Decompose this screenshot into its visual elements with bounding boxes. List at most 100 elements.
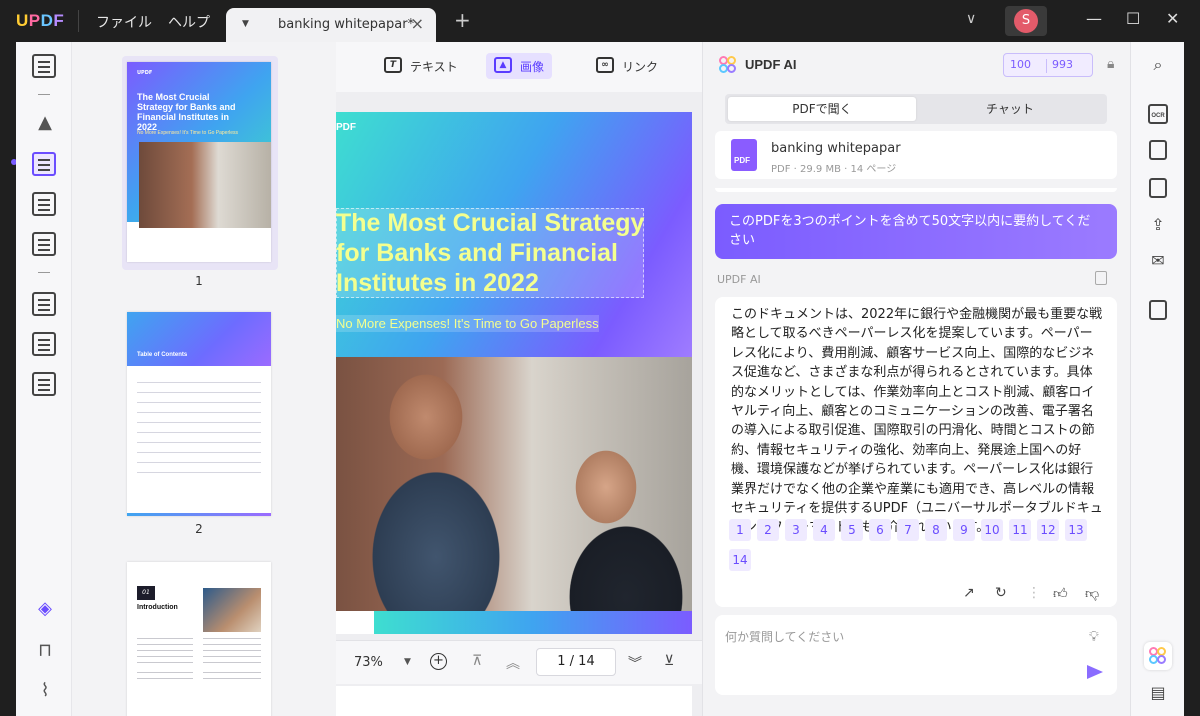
last-page-icon[interactable]: ⊻ — [664, 653, 674, 669]
text-line — [137, 638, 193, 639]
document-area: T テキスト ▲ 画像 ∞ リンク PDF The Most Crucial S… — [336, 42, 702, 716]
page-ref-chip[interactable]: 9 — [953, 519, 975, 541]
ocr-icon[interactable]: OCR — [1148, 104, 1168, 124]
avatar[interactable]: S — [1005, 6, 1047, 36]
reader-tool-icon[interactable] — [32, 54, 56, 78]
text-line — [203, 662, 261, 663]
search-icon[interactable]: ⌕ — [1147, 54, 1169, 76]
lightbulb-icon[interactable]: 💡︎ — [1089, 629, 1099, 645]
tab-dropdown-icon[interactable]: ▼ — [242, 19, 249, 29]
zoom-dropdown-icon[interactable]: ▼ — [404, 657, 411, 667]
external-link-icon[interactable]: ↗ — [963, 585, 975, 601]
email-icon[interactable]: ✉ — [1147, 250, 1169, 272]
page-navigation-bar: 73% ▼ + ⊼ ︽ 1 / 14 ︾ ⊻ — [336, 640, 702, 684]
lock-icon[interactable]: 🔒︎ — [1107, 56, 1114, 72]
left-tool-sidebar: ▲ ◈ ⊓ ⌇ — [16, 42, 72, 716]
form-tool-icon[interactable] — [32, 192, 56, 216]
page-ref-chip[interactable]: 1 — [729, 519, 751, 541]
page-ref-chip[interactable]: 6 — [869, 519, 891, 541]
thumbnail-page-1[interactable]: UPDF The Most Crucial Strategy for Banks… — [127, 62, 271, 262]
menu-help[interactable]: ヘルプ — [168, 12, 210, 32]
page-ref-chip[interactable]: 8 — [925, 519, 947, 541]
page-ref-chip[interactable]: 4 — [813, 519, 835, 541]
ai-response: このドキュメントは、2022年に銀行や金融機関が最も重要な戦略として取るべきペー… — [715, 297, 1117, 607]
cover-subtitle[interactable]: No More Expenses! It's Time to Go Paperl… — [336, 315, 599, 332]
ask-input[interactable] — [725, 625, 1075, 649]
thumb-photo — [139, 142, 271, 228]
ai-credits[interactable]: 100 993 — [1003, 53, 1093, 77]
tab-close-icon[interactable]: × — [411, 14, 424, 33]
thumb-logo: UPDF — [137, 70, 153, 76]
bookmark-icon[interactable]: ⊓ — [34, 640, 56, 661]
share-icon[interactable]: ⇪ — [1147, 214, 1169, 236]
save-icon[interactable] — [1149, 300, 1167, 320]
action-separator: ⋮ — [1027, 585, 1041, 601]
comment-tool-icon[interactable]: ▲ — [34, 112, 56, 133]
copy-icon[interactable] — [1095, 271, 1107, 285]
prev-page-icon[interactable]: ︽ — [506, 653, 520, 673]
close-window-icon[interactable]: ✕ — [1166, 9, 1179, 28]
add-link-button[interactable]: ∞ リンク — [588, 53, 666, 79]
first-page-icon[interactable]: ⊼ — [472, 653, 482, 669]
page-ref-chip[interactable]: 12 — [1037, 519, 1059, 541]
add-image-button[interactable]: ▲ 画像 — [486, 53, 553, 79]
page-ref-chip[interactable]: 11 — [1009, 519, 1031, 541]
tab-chat[interactable]: チャット — [916, 97, 1104, 121]
organize-tool-icon[interactable] — [32, 232, 56, 256]
tab-ask-pdf[interactable]: PDFで聞く — [728, 97, 916, 121]
page-ref-chip[interactable]: 3 — [785, 519, 807, 541]
attachment-icon[interactable]: ⌇ — [34, 680, 56, 701]
edit-tool-icon[interactable] — [32, 152, 56, 176]
page-ref-chip[interactable]: 13 — [1065, 519, 1087, 541]
convert-icon[interactable] — [1149, 140, 1167, 160]
comment-list-icon[interactable]: ▤ — [1147, 682, 1169, 704]
pages-tool-icon[interactable] — [32, 292, 56, 316]
page-reference-list: 1 2 3 4 5 6 7 8 9 10 11 12 1314 — [729, 519, 1109, 579]
send-icon[interactable] — [1087, 665, 1103, 679]
toc-line — [137, 412, 261, 413]
toc-line — [137, 462, 261, 463]
toc-line — [137, 382, 261, 383]
page-ref-chip[interactable]: 10 — [981, 519, 1003, 541]
chevron-down-icon[interactable]: ∨ — [966, 11, 976, 27]
page-ref-chip[interactable]: 14 — [729, 549, 751, 571]
cover-photo[interactable] — [336, 357, 692, 611]
convert-tool-icon[interactable] — [32, 372, 56, 396]
crop-tool-icon[interactable] — [32, 332, 56, 356]
protect-icon[interactable] — [1149, 178, 1167, 198]
minimize-icon[interactable]: — — [1086, 9, 1102, 28]
thumbnail-page-3[interactable]: 01 Introduction — [127, 562, 271, 716]
zoom-in-icon[interactable]: + — [430, 653, 447, 670]
next-page-icon[interactable]: ︾ — [628, 653, 642, 673]
page-ref-chip[interactable]: 7 — [897, 519, 919, 541]
text-line — [203, 678, 261, 679]
layers-icon[interactable]: ◈ — [34, 598, 56, 619]
page-number-input[interactable]: 1 / 14 — [536, 648, 616, 676]
thumbnail-page-2[interactable]: Table of Contents — [127, 312, 271, 516]
zoom-level[interactable]: 73% — [354, 655, 383, 670]
maximize-icon[interactable]: ☐ — [1126, 9, 1140, 28]
document-tab[interactable]: ▼ banking whitepapar* × — [226, 8, 436, 42]
ai-logo-part — [1157, 655, 1166, 664]
credits-separator — [1046, 59, 1047, 73]
thumbnail-number: 1 — [195, 274, 203, 288]
updf-ai-icon — [719, 56, 737, 74]
add-image-label: 画像 — [520, 60, 545, 74]
text-line — [203, 644, 261, 645]
pdf-page[interactable]: PDF The Most Crucial Strategy for Banks … — [336, 112, 692, 634]
new-tab-icon[interactable]: + — [454, 8, 471, 32]
page-ref-chip[interactable]: 5 — [841, 519, 863, 541]
updf-ai-button[interactable] — [1144, 642, 1172, 670]
thumbs-down-icon[interactable]: 👎︎ — [1085, 585, 1099, 602]
ai-panel-title: UPDF AI — [745, 57, 797, 72]
text-line — [137, 672, 193, 673]
regenerate-icon[interactable]: ↻ — [995, 585, 1007, 601]
thumbs-up-icon[interactable]: 👍︎ — [1053, 585, 1068, 602]
menu-file[interactable]: ファイル — [96, 12, 152, 32]
add-text-button[interactable]: T テキスト — [376, 53, 466, 79]
page-ref-chip[interactable]: 2 — [757, 519, 779, 541]
text-line — [203, 656, 261, 657]
tab-title: banking whitepapar* — [278, 17, 415, 32]
section-photo — [203, 588, 261, 632]
cover-title[interactable]: The Most Crucial Strategy for Banks and … — [336, 208, 646, 298]
